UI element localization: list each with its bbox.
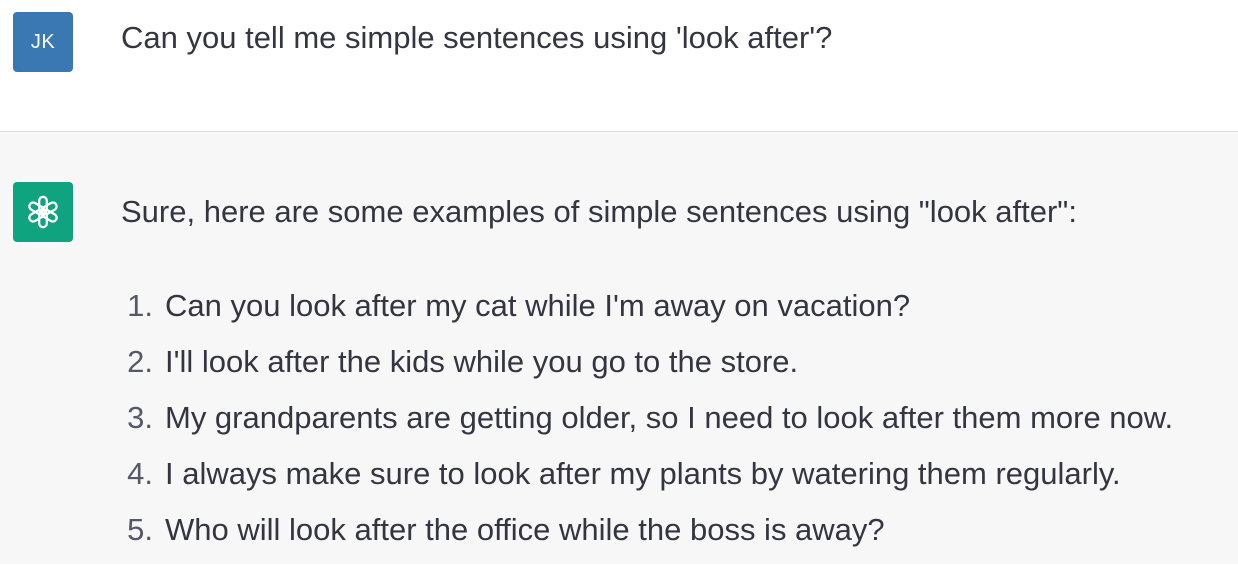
list-item-text: Who will look after the office while the… [165, 512, 885, 547]
list-item-number: 4. [127, 456, 153, 491]
openai-logo-icon [28, 195, 58, 229]
assistant-intro-text: Sure, here are some examples of simple s… [121, 194, 1077, 229]
list-item-number: 3. [127, 400, 153, 435]
user-message-text: Can you tell me simple sentences using '… [121, 20, 833, 55]
user-message-row: JK Can you tell me simple sentences usin… [0, 0, 1238, 132]
list-item-text: I'll look after the kids while you go to… [165, 344, 799, 379]
assistant-message-row: Sure, here are some examples of simple s… [0, 132, 1238, 564]
list-item-number: 5. [127, 512, 153, 547]
user-avatar: JK [13, 12, 73, 72]
list-item-number: 2. [127, 344, 153, 379]
list-item-number: 1. [127, 288, 153, 323]
list-item-text: Can you look after my cat while I'm away… [165, 288, 911, 323]
assistant-avatar [13, 182, 73, 242]
list-item-text: My grandparents are getting older, so I … [165, 400, 1174, 435]
list-item-text: I always make sure to look after my plan… [165, 456, 1121, 491]
